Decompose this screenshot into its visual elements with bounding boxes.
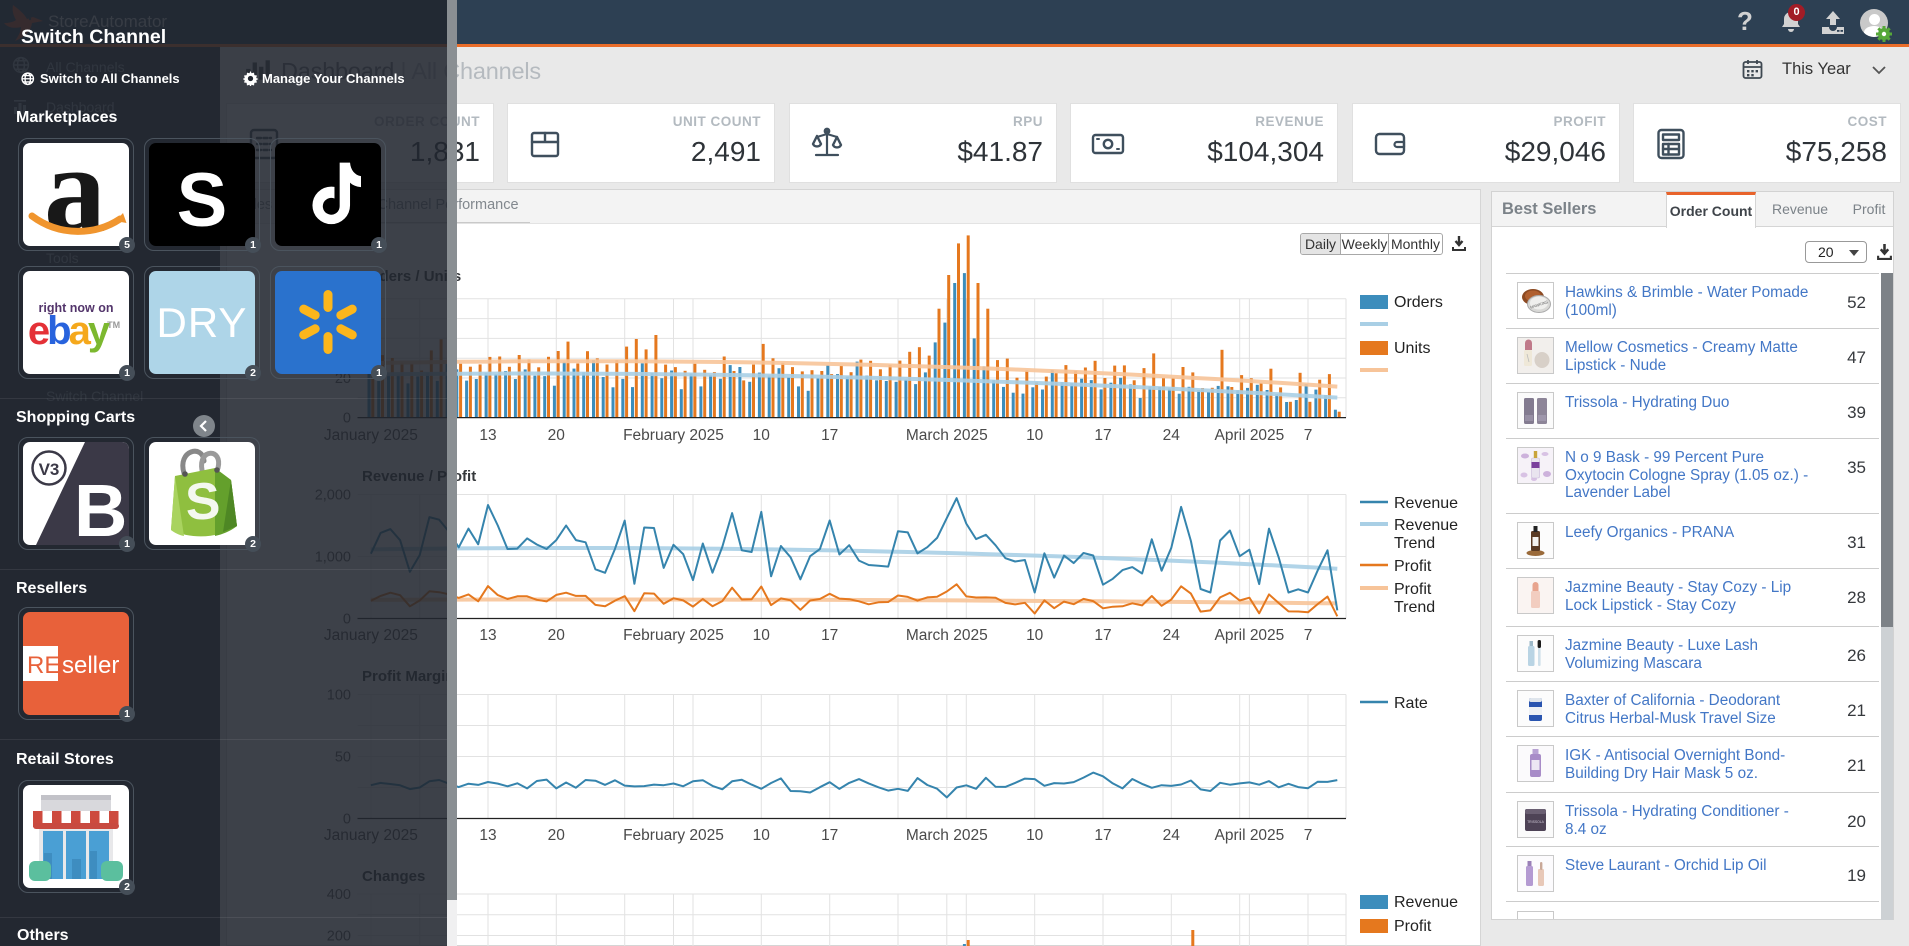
svg-text:17: 17 — [1094, 827, 1111, 844]
svg-text:Revenue: Revenue — [1394, 495, 1458, 512]
svg-text:7: 7 — [1304, 827, 1313, 844]
svg-text:Profit: Profit — [1394, 918, 1432, 935]
svg-text:17: 17 — [821, 427, 838, 444]
svg-text:S: S — [184, 472, 222, 532]
svg-text:Orders: Orders — [1394, 294, 1443, 311]
svg-text:7: 7 — [1304, 427, 1313, 444]
svg-text:TRISSOLA: TRISSOLA — [1527, 820, 1545, 824]
svg-text:Rate: Rate — [1394, 695, 1428, 712]
svg-text:10: 10 — [1026, 427, 1044, 444]
svg-text:February 2025: February 2025 — [623, 827, 724, 844]
svg-text:Revenue: Revenue — [1394, 517, 1458, 534]
svg-text:March 2025: March 2025 — [906, 827, 988, 844]
svg-text:24: 24 — [1163, 827, 1181, 844]
svg-text:17: 17 — [821, 627, 838, 644]
svg-text:17: 17 — [821, 827, 838, 844]
svg-text:10: 10 — [753, 627, 771, 644]
svg-text:10: 10 — [753, 827, 771, 844]
svg-text:20: 20 — [548, 627, 566, 644]
svg-text:Profit: Profit — [1394, 581, 1432, 598]
svg-text:13: 13 — [479, 627, 496, 644]
svg-text:10: 10 — [1026, 827, 1044, 844]
svg-text:April 2025: April 2025 — [1215, 627, 1285, 644]
svg-text:V3: V3 — [39, 460, 60, 479]
svg-text:Units: Units — [1394, 340, 1430, 357]
svg-text:February 2025: February 2025 — [623, 427, 724, 444]
svg-text:17: 17 — [1094, 627, 1111, 644]
svg-text:7: 7 — [1304, 627, 1313, 644]
svg-text:13: 13 — [479, 827, 496, 844]
svg-text:24: 24 — [1163, 627, 1181, 644]
svg-text:Trend: Trend — [1394, 599, 1435, 616]
svg-text:10: 10 — [753, 427, 771, 444]
svg-text:10: 10 — [1026, 627, 1044, 644]
svg-text:Trend: Trend — [1394, 535, 1435, 552]
svg-text:April 2025: April 2025 — [1215, 827, 1285, 844]
svg-text:February 2025: February 2025 — [623, 627, 724, 644]
svg-text:17: 17 — [1094, 427, 1111, 444]
svg-text:March 2025: March 2025 — [906, 427, 988, 444]
svg-text:March 2025: March 2025 — [906, 627, 988, 644]
svg-text:Revenue: Revenue — [1394, 894, 1458, 911]
svg-text:24: 24 — [1163, 427, 1181, 444]
svg-text:20: 20 — [548, 827, 566, 844]
svg-text:13: 13 — [479, 427, 496, 444]
svg-text:Profit: Profit — [1394, 558, 1432, 575]
svg-text:April 2025: April 2025 — [1215, 427, 1285, 444]
svg-text:20: 20 — [548, 427, 566, 444]
